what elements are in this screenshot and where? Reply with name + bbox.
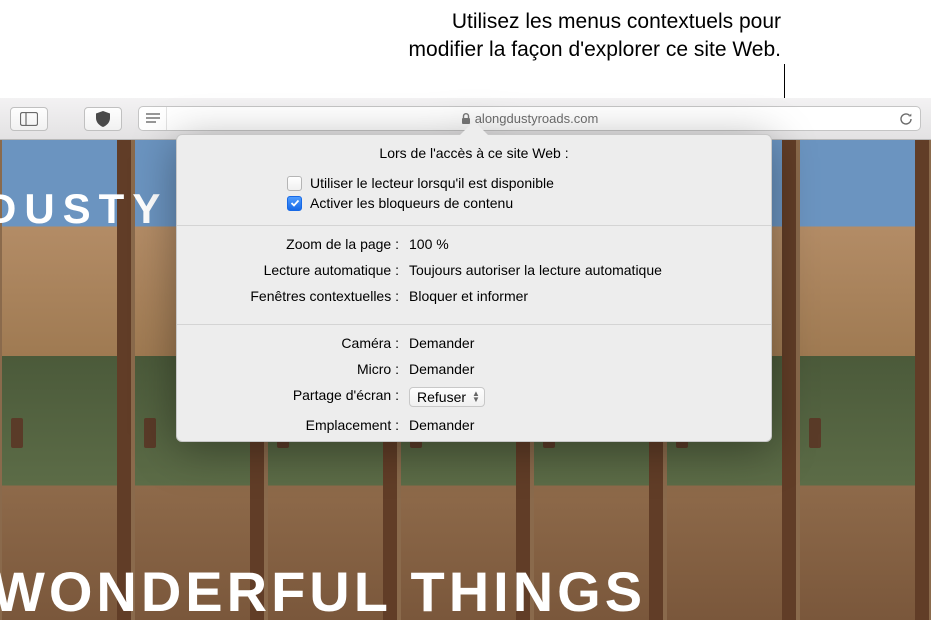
settings-group-display: Zoom de la page : 100 % Lecture automati… — [177, 226, 771, 312]
reload-button[interactable] — [892, 107, 920, 130]
annotation-line-1: Utilisez les menus contextuels pour — [409, 8, 781, 36]
shield-icon — [96, 111, 110, 127]
camera-label: Caméra : — [193, 335, 403, 351]
popups-label: Fenêtres contextuelles : — [193, 288, 403, 304]
checkbox-enable-blockers[interactable] — [287, 196, 302, 211]
address-bar-domain: alongdustyroads.com — [475, 111, 599, 126]
address-bar-content: alongdustyroads.com — [167, 111, 892, 126]
location-value[interactable]: Demander — [403, 417, 755, 433]
screen-share-select[interactable]: Refuser ▲▼ — [403, 387, 755, 407]
location-label: Emplacement : — [193, 417, 403, 433]
autoplay-value[interactable]: Toujours autoriser la lecture automatiqu… — [403, 262, 755, 278]
enable-blockers-label: Activer les bloqueurs de contenu — [310, 195, 513, 211]
mic-value[interactable]: Demander — [403, 361, 755, 377]
popover-arrow — [460, 121, 488, 135]
enable-blockers-row[interactable]: Activer les bloqueurs de contenu — [177, 193, 771, 213]
reload-icon — [899, 112, 913, 126]
checkmark-icon — [290, 198, 300, 208]
site-settings-popover: Lors de l'accès à ce site Web : Utiliser… — [176, 134, 772, 442]
annotation-line-2: modifier la façon d'explorer ce site Web… — [409, 36, 781, 64]
screen-share-label: Partage d'écran : — [193, 387, 403, 407]
settings-group-permissions: Caméra : Demander Micro : Demander Parta… — [177, 325, 771, 441]
mic-label: Micro : — [193, 361, 403, 377]
checkbox-use-reader[interactable] — [287, 176, 302, 191]
zoom-label: Zoom de la page : — [193, 236, 403, 252]
reader-icon — [146, 113, 160, 124]
popups-value[interactable]: Bloquer et informer — [403, 288, 755, 304]
zoom-value[interactable]: 100 % — [403, 236, 755, 252]
hero-text-bottom: WONDERFUL THINGS — [0, 559, 646, 620]
reader-mode-button[interactable] — [139, 107, 167, 130]
chevron-up-down-icon: ▲▼ — [472, 391, 480, 403]
use-reader-row[interactable]: Utiliser le lecteur lorsqu'il est dispon… — [177, 173, 771, 193]
address-bar-wrapper: alongdustyroads.com — [138, 106, 921, 131]
privacy-report-button[interactable] — [84, 107, 122, 131]
camera-value[interactable]: Demander — [403, 335, 755, 351]
hero-text-dusty: DUSTY — [0, 185, 168, 233]
popover-title: Lors de l'accès à ce site Web : — [177, 135, 771, 173]
address-bar[interactable]: alongdustyroads.com — [138, 106, 921, 131]
autoplay-label: Lecture automatique : — [193, 262, 403, 278]
annotation-caption: Utilisez les menus contextuels pour modi… — [409, 8, 781, 65]
sidebar-toggle-button[interactable] — [10, 107, 48, 131]
use-reader-label: Utiliser le lecteur lorsqu'il est dispon… — [310, 175, 554, 191]
screen-share-value: Refuser — [417, 389, 466, 405]
sidebar-icon — [20, 112, 38, 126]
